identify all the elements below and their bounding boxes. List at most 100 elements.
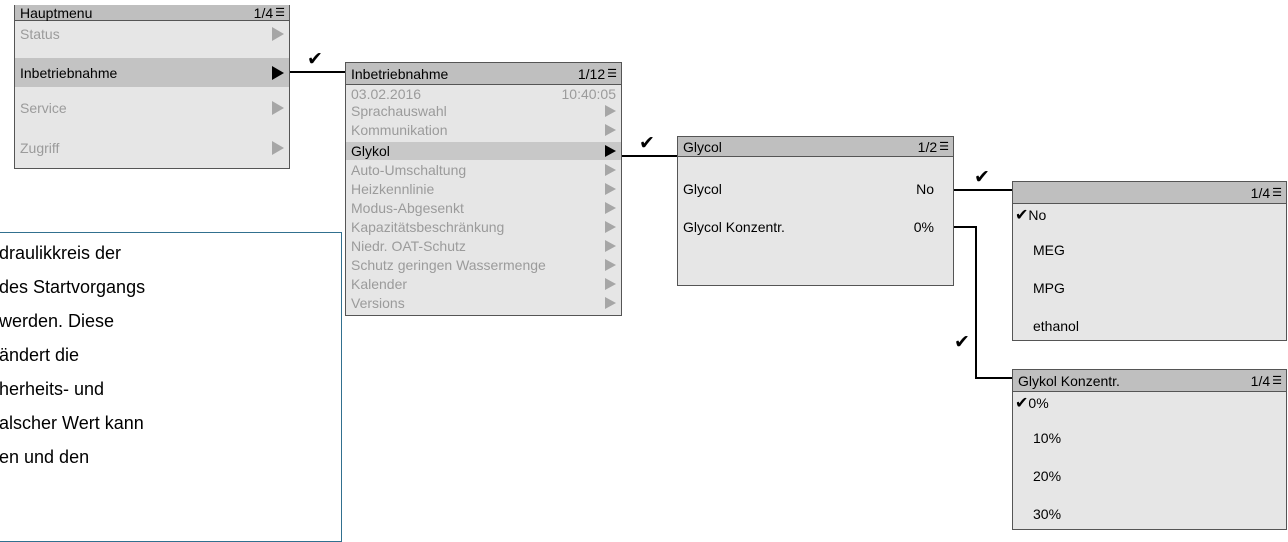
commissioning-item-label: Heizkennlinie	[351, 181, 435, 197]
concentration-option-selected[interactable]: ✔ 0%	[1013, 394, 1286, 412]
connector-line	[954, 226, 977, 228]
glycol-concentration-list-panel: Glykol Konzentr. 1/4 ☰ ✔ 0% 10% 20% 30%	[1012, 369, 1287, 530]
main-menu-item-label: Zugriff	[20, 140, 60, 156]
commissioning-menu-page: 1/12	[577, 65, 606, 82]
commissioning-item-label: Niedr. OAT-Schutz	[351, 238, 466, 254]
connector-line	[954, 189, 1012, 191]
chevron-right-icon	[605, 240, 616, 252]
option-label: 10%	[1033, 430, 1062, 446]
glycol-type-option[interactable]: MPG	[1013, 278, 1286, 298]
check-mark-icon: ✔	[954, 332, 970, 353]
chevron-right-icon	[605, 259, 616, 271]
commissioning-menu-panel: Inbetriebnahme 1/12 ☰ 03.02.2016 10:40:0…	[345, 62, 622, 316]
concentration-option[interactable]: 20%	[1013, 466, 1286, 486]
chevron-right-icon	[272, 27, 284, 41]
check-mark-icon: ✔	[307, 49, 323, 70]
commissioning-item-label: Modus-Abgesenkt	[351, 200, 464, 216]
commissioning-item-label: Kapazitätsbeschränkung	[351, 219, 505, 235]
option-label: 20%	[1033, 468, 1062, 484]
commissioning-item[interactable]: Heizkennlinie	[346, 181, 621, 197]
glycol-setting-label: Glycol	[683, 181, 722, 197]
option-label: MPG	[1033, 280, 1065, 296]
main-menu-item-label: Inbetriebnahme	[20, 64, 118, 81]
glycol-type-option[interactable]: ethanol	[1013, 316, 1286, 336]
glycol-menu-panel: Glycol 1/2 ☰ Glycol No Glycol Konzentr. …	[677, 136, 954, 286]
check-mark-icon: ✔	[974, 167, 990, 188]
commissioning-item[interactable]: Auto-Umschaltung	[346, 162, 621, 178]
commissioning-item[interactable]: Kalender	[346, 276, 621, 292]
chevron-right-icon	[605, 164, 616, 176]
glycol-menu-title: Glycol	[683, 138, 722, 155]
check-mark-icon: ✔	[1015, 207, 1029, 224]
main-menu-header: Hauptmenu 1/4 ☰	[15, 5, 289, 21]
glycol-setting-row[interactable]: Glycol No	[678, 179, 953, 199]
chevron-right-icon	[605, 221, 616, 233]
glycol-type-list-page: 1/4	[1250, 184, 1271, 201]
main-menu-item-status[interactable]: Status	[15, 23, 289, 45]
commissioning-item-label: Glykol	[351, 143, 390, 159]
glycol-menu-page: 1/2	[917, 138, 938, 155]
note-line: des Startvorgangs	[0, 277, 146, 297]
main-menu-page: 1/4	[253, 4, 274, 21]
main-menu-item-label: Status	[20, 26, 60, 42]
date-value: 03.02.2016	[351, 85, 422, 102]
main-menu-item-service[interactable]: Service	[15, 96, 289, 120]
check-mark-icon: ✔	[639, 133, 655, 154]
note-line: herheits- und	[0, 379, 105, 399]
menu-list-icon: ☰	[607, 68, 617, 80]
note-line: alscher Wert kann	[0, 413, 144, 433]
commissioning-item[interactable]: Schutz geringen Wassermenge	[346, 257, 621, 273]
glycol-concentration-value: 0%	[913, 219, 934, 235]
chevron-right-icon	[605, 145, 616, 157]
menu-list-icon: ☰	[939, 141, 949, 153]
check-mark-icon: ✔	[1015, 395, 1029, 412]
commissioning-menu-header: Inbetriebnahme 1/12 ☰	[346, 63, 621, 85]
main-menu-item-zugriff[interactable]: Zugriff	[15, 136, 289, 160]
commissioning-item[interactable]: Sprachauswahl	[346, 103, 621, 119]
commissioning-item[interactable]: Versions	[346, 295, 621, 311]
commissioning-item-label: Sprachauswahl	[351, 103, 447, 119]
option-label: 0%	[1028, 395, 1049, 411]
glycol-type-list-header: 1/4 ☰	[1013, 182, 1286, 204]
commissioning-menu-title: Inbetriebnahme	[351, 65, 449, 82]
main-menu-item-inbetriebnahme[interactable]: Inbetriebnahme	[15, 58, 289, 87]
commissioning-item[interactable]: Niedr. OAT-Schutz	[346, 238, 621, 254]
date-time-row: 03.02.2016 10:40:05	[346, 85, 621, 102]
chevron-right-icon	[272, 101, 284, 115]
note-line: ändert die	[0, 345, 80, 365]
commissioning-item[interactable]: Modus-Abgesenkt	[346, 200, 621, 216]
commissioning-item-glykol[interactable]: Glykol	[346, 142, 621, 160]
menu-list-icon: ☰	[275, 7, 285, 19]
chevron-right-icon	[605, 124, 616, 136]
main-menu-item-label: Service	[20, 100, 67, 116]
glycol-setting-value: No	[916, 181, 934, 197]
chevron-right-icon	[605, 297, 616, 309]
glycol-concentration-list-page: 1/4	[1250, 372, 1271, 389]
chevron-right-icon	[272, 65, 284, 80]
option-label: MEG	[1033, 242, 1065, 258]
note-text-box: draulikkreis der des Startvorgangs werde…	[0, 232, 342, 542]
concentration-option[interactable]: 10%	[1013, 428, 1286, 448]
menu-list-icon: ☰	[1272, 375, 1282, 387]
commissioning-item[interactable]: Kommunikation	[346, 122, 621, 138]
note-line: draulikkreis der	[0, 243, 122, 263]
glycol-concentration-label: Glycol Konzentr.	[683, 219, 785, 235]
chevron-right-icon	[272, 141, 284, 155]
chevron-right-icon	[605, 105, 616, 117]
concentration-option[interactable]: 30%	[1013, 504, 1286, 524]
main-menu-panel: Hauptmenu 1/4 ☰ Status Inbetriebnahme Se…	[14, 5, 290, 169]
option-label: ethanol	[1033, 318, 1079, 334]
glycol-concentration-list-header: Glykol Konzentr. 1/4 ☰	[1013, 370, 1286, 392]
connector-line	[975, 377, 1012, 379]
option-label: No	[1028, 207, 1047, 223]
commissioning-item[interactable]: Kapazitätsbeschränkung	[346, 219, 621, 235]
glycol-type-list-panel: 1/4 ☰ ✔ No MEG MPG ethanol	[1012, 181, 1287, 341]
commissioning-item-label: Kommunikation	[351, 122, 448, 138]
commissioning-item-label: Auto-Umschaltung	[351, 162, 467, 178]
option-label: 30%	[1033, 506, 1062, 522]
commissioning-item-label: Versions	[351, 295, 405, 311]
glycol-type-option-selected[interactable]: ✔ No	[1013, 206, 1286, 224]
glycol-type-option[interactable]: MEG	[1013, 240, 1286, 260]
glycol-concentration-row[interactable]: Glycol Konzentr. 0%	[678, 217, 953, 237]
main-menu-title: Hauptmenu	[20, 4, 93, 21]
